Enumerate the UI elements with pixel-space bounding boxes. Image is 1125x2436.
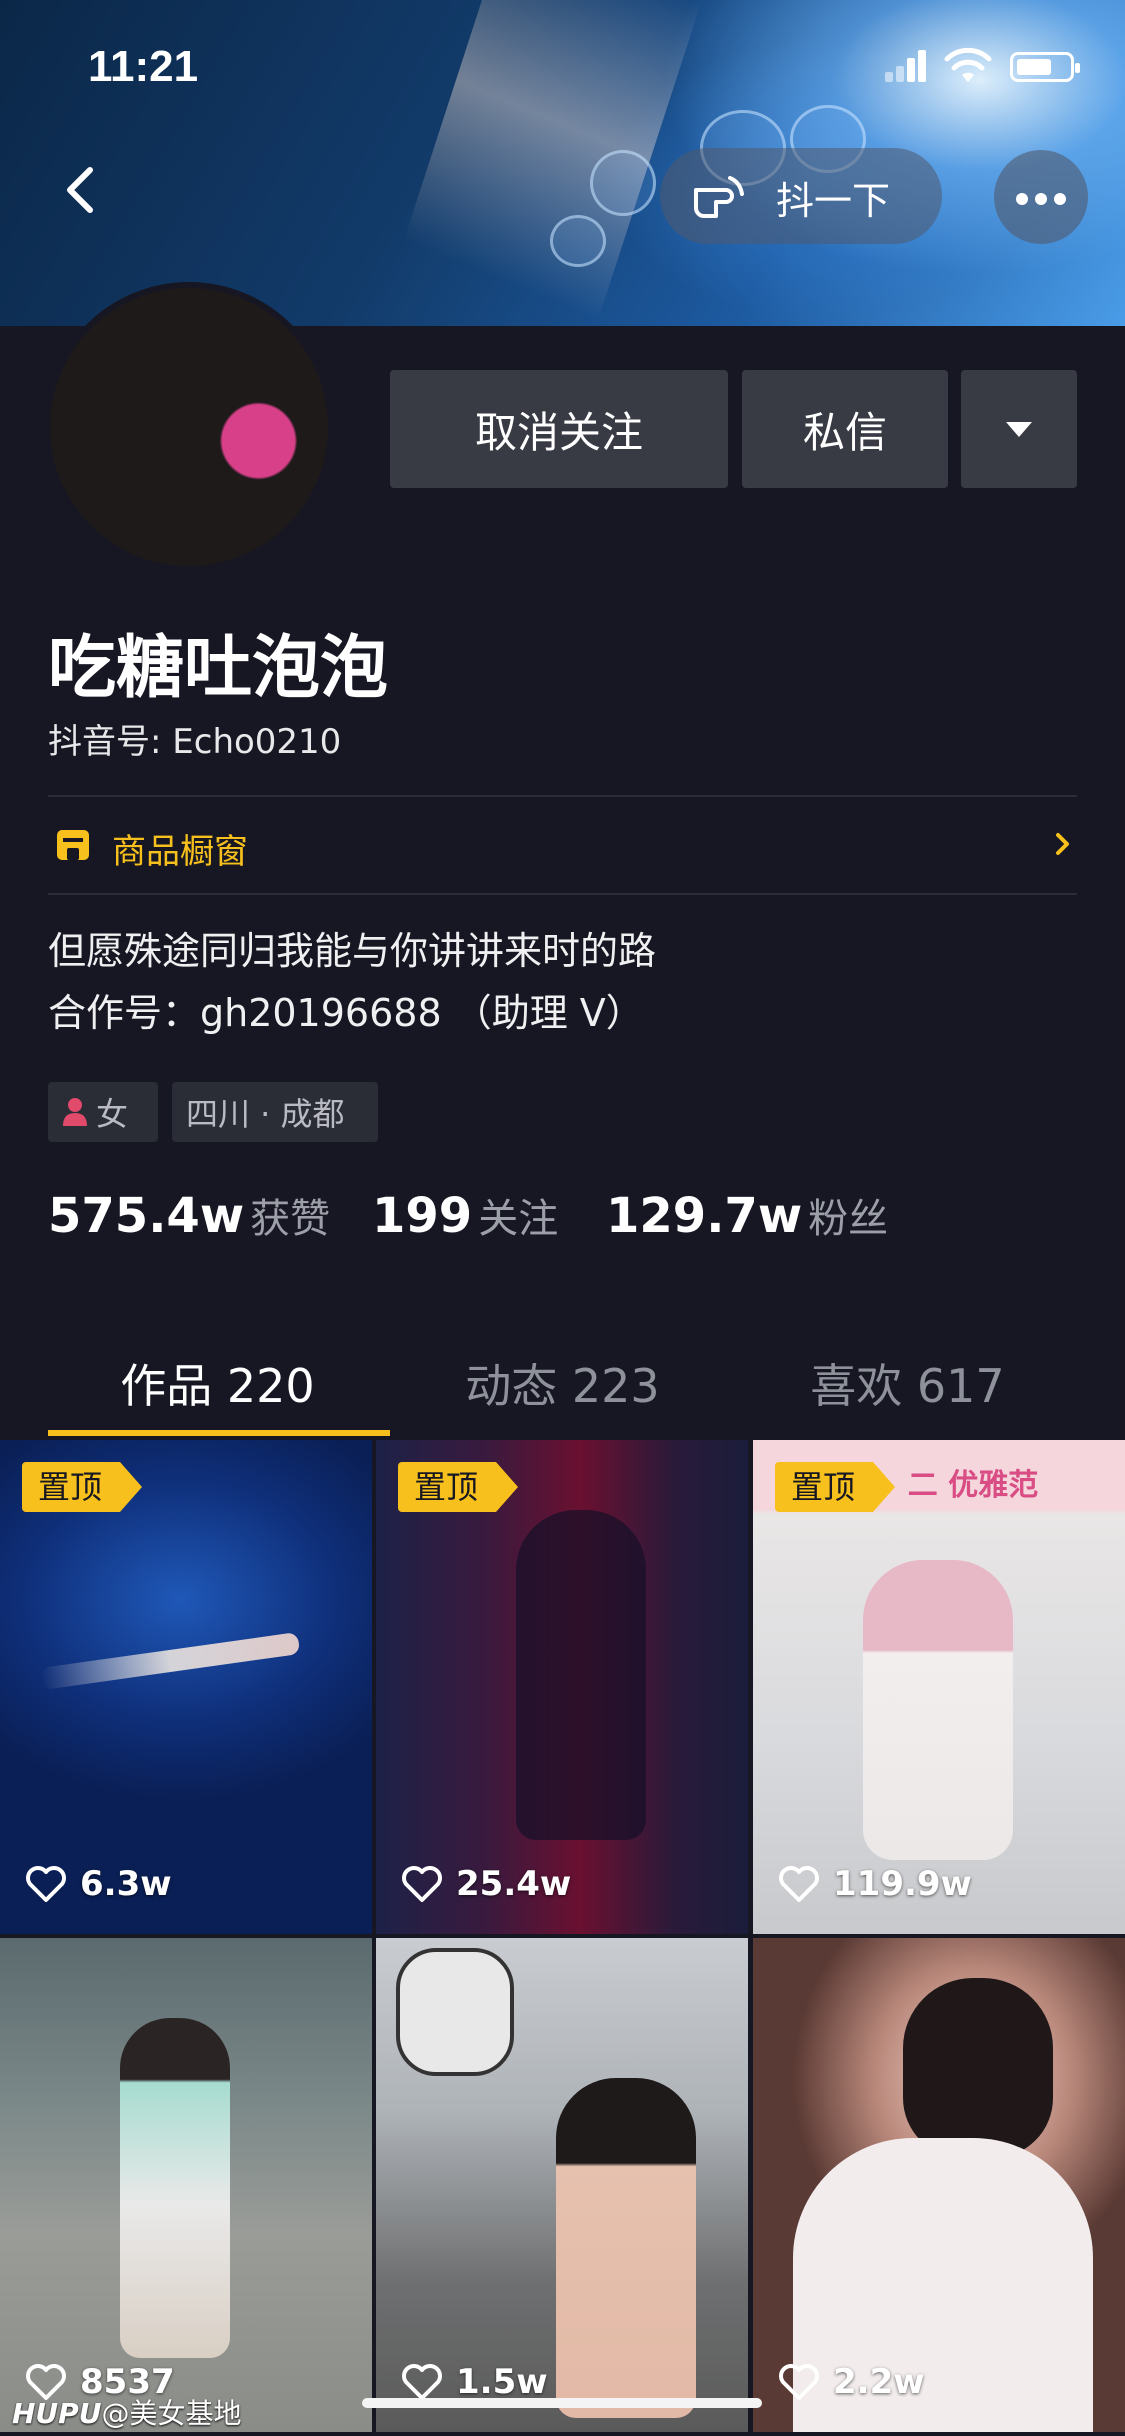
video-thumbnail[interactable]: 1.5w	[376, 1938, 748, 2432]
stat-value: 575.4w	[48, 1188, 245, 1244]
heart-icon	[402, 2364, 442, 2400]
shop-window-label: 商品橱窗	[112, 832, 248, 872]
walking-figure	[120, 2018, 230, 2358]
profile-name: 吃糖吐泡泡	[48, 629, 389, 708]
pinned-badge: 置顶	[398, 1462, 519, 1512]
video-likes-count: 2.2w	[833, 2362, 925, 2402]
back-arrow-icon[interactable]	[42, 150, 122, 230]
swimmer-figure	[39, 1632, 301, 1690]
pinned-badge: 置顶	[22, 1462, 143, 1512]
video-likes-count: 25.4w	[456, 1864, 572, 1904]
stat-value: 129.7w	[606, 1188, 803, 1244]
status-time: 11:21	[88, 42, 199, 91]
tab-posts[interactable]: 动态 223	[375, 1350, 750, 1416]
woman-figure	[556, 2078, 696, 2418]
unfollow-button[interactable]: 取消关注	[390, 370, 728, 488]
status-bar: 11:21	[0, 0, 1125, 130]
pinned-badge: 置顶	[775, 1462, 896, 1512]
gender-tag: 女	[48, 1082, 158, 1142]
chevron-right-icon	[1056, 833, 1069, 855]
storefront-icon	[57, 830, 89, 860]
home-indicator[interactable]	[362, 2398, 762, 2408]
following-stat[interactable]: 199 关注	[372, 1186, 558, 1244]
video-thumbnail[interactable]: 二 优雅范 置顶 119.9w	[753, 1440, 1125, 1934]
video-likes: 2.2w	[777, 2360, 925, 2404]
cellular-signal-icon	[885, 50, 927, 82]
wifi-icon	[944, 47, 992, 82]
douyin-id: 抖音号: Echo0210	[48, 722, 342, 762]
heart-icon	[402, 1866, 442, 1902]
heart-icon	[779, 1866, 819, 1902]
panda-statue	[396, 1948, 514, 2076]
likes-stat: 575.4w 获赞	[48, 1186, 330, 1244]
video-likes-count: 119.9w	[833, 1864, 972, 1904]
heart-icon	[779, 2364, 819, 2400]
watermark: HUPU@美女基地	[12, 2392, 241, 2432]
dress-figure	[863, 1560, 1013, 1860]
video-likes-count: 6.3w	[80, 1864, 172, 1904]
silhouette-figure	[516, 1510, 646, 1840]
video-thumbnail[interactable]: 2.2w	[753, 1938, 1125, 2432]
location-tag: 四川 · 成都	[172, 1082, 378, 1142]
active-tab-indicator	[48, 1430, 390, 1436]
video-likes: 25.4w	[400, 1862, 571, 1906]
video-likes: 6.3w	[24, 1862, 172, 1906]
content-tabs: 作品 220 动态 223 喜欢 617	[0, 1330, 1125, 1440]
video-likes-count: 1.5w	[456, 2362, 548, 2402]
stat-label: 粉丝	[808, 1196, 889, 1242]
bubble	[590, 150, 656, 216]
video-thumbnail[interactable]: 置顶 6.3w	[0, 1440, 372, 1934]
message-button[interactable]: 私信	[742, 370, 948, 488]
stat-label: 关注	[478, 1196, 559, 1242]
followers-stat[interactable]: 129.7w 粉丝	[606, 1186, 888, 1244]
shake-button[interactable]: 抖一下	[660, 148, 942, 244]
video-grid: 置顶 6.3w 置顶 25.4w 二 优雅范 置顶 119.9w 8537 1.…	[0, 1440, 1125, 2436]
tab-works[interactable]: 作品 220	[30, 1350, 405, 1416]
bubble	[550, 215, 606, 267]
divider	[48, 893, 1077, 895]
watermark-handle: @美女基地	[101, 2397, 242, 2430]
avatar[interactable]	[44, 282, 334, 572]
female-user-icon	[63, 1098, 87, 1126]
heart-icon	[26, 1866, 66, 1902]
pointing-hand-icon	[694, 176, 744, 218]
video-likes: 119.9w	[777, 1862, 972, 1906]
divider	[48, 795, 1077, 797]
gender-label: 女	[96, 1095, 129, 1133]
shop-window-link[interactable]: 商品橱窗	[48, 818, 1077, 874]
video-thumbnail[interactable]: 置顶 25.4w	[376, 1440, 748, 1934]
video-thumbnail[interactable]: 8537	[0, 1938, 372, 2432]
watermark-brand: HUPU	[12, 2397, 102, 2430]
stat-label: 获赞	[250, 1196, 331, 1242]
caret-down-icon	[1006, 421, 1032, 437]
tab-likes[interactable]: 喜欢 617	[720, 1350, 1095, 1416]
avatar-image	[50, 288, 328, 566]
profile-bio: 但愿殊途同归我能与你讲讲来时的路 合作号：gh20196688 （助理 V）	[48, 920, 656, 1044]
bio-line: 合作号：gh20196688 （助理 V）	[48, 991, 644, 1035]
more-options-button[interactable]	[994, 150, 1088, 244]
hair-shape	[903, 1978, 1053, 2158]
shake-label: 抖一下	[776, 179, 891, 223]
recommend-dropdown-button[interactable]	[961, 370, 1077, 488]
stat-value: 199	[372, 1188, 473, 1244]
battery-icon	[1010, 52, 1080, 82]
bio-line: 但愿殊途同归我能与你讲讲来时的路	[48, 929, 657, 973]
